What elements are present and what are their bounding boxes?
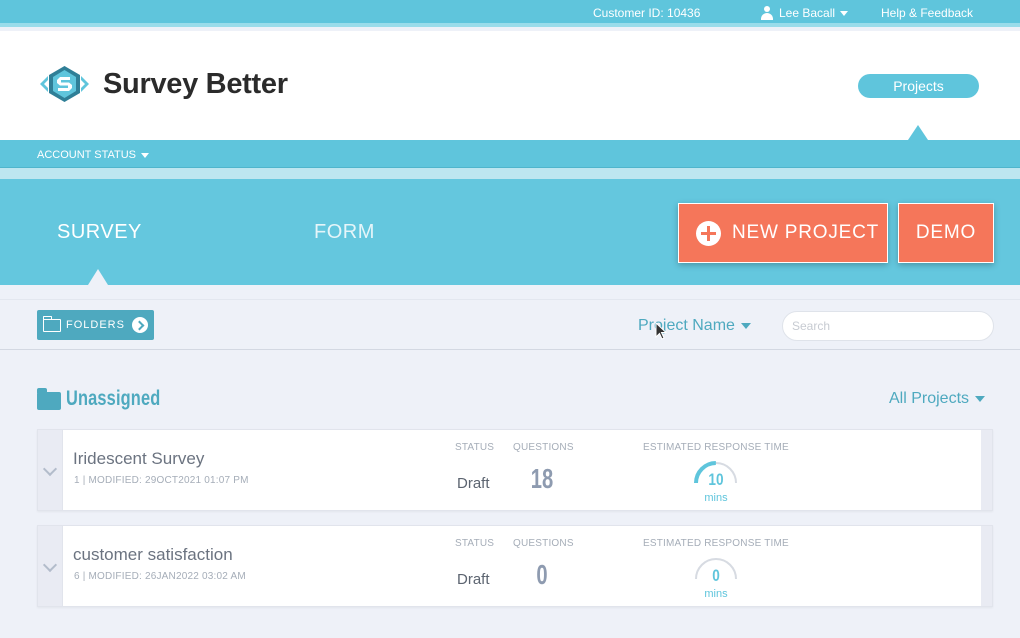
card-edge — [981, 526, 992, 606]
caret-down-icon — [840, 10, 849, 16]
sort-label: Project Name — [638, 317, 735, 334]
help-feedback-link[interactable]: Help & Feedback — [881, 6, 973, 20]
projects-nav-button[interactable]: Projects — [858, 74, 979, 98]
active-tab-indicator — [88, 269, 108, 285]
status-label: STATUS — [455, 538, 495, 549]
project-name[interactable]: customer satisfaction — [73, 545, 233, 565]
logo-mark-icon — [40, 66, 89, 102]
divider — [0, 299, 1020, 300]
expand-chevron-icon[interactable] — [38, 430, 63, 510]
folders-label: FOLDERS — [66, 319, 125, 331]
question-count: 0 — [536, 559, 548, 590]
expand-chevron-icon[interactable] — [38, 526, 63, 606]
account-status-label: ACCOUNT STATUS — [37, 149, 137, 161]
folder-title: Unassigned — [66, 387, 161, 410]
projects-active-indicator — [908, 125, 928, 140]
response-time-unit: mins — [704, 492, 728, 504]
tab-form[interactable]: FORM — [314, 221, 375, 244]
folder-icon — [37, 388, 61, 410]
divider — [0, 349, 1020, 350]
project-type-tabs: SURVEY FORM NEW PROJECT DEMO — [0, 179, 1020, 285]
folder-icon — [42, 315, 61, 332]
status-label: STATUS — [455, 442, 495, 453]
mouse-cursor-icon — [655, 322, 667, 340]
user-icon — [760, 6, 774, 20]
questions-label: QUESTIONS — [513, 538, 574, 549]
status-value: Draft — [457, 475, 490, 492]
tab-survey[interactable]: SURVEY — [57, 221, 142, 244]
response-time-label: ESTIMATED RESPONSE TIME — [643, 538, 789, 549]
account-status-bar: ACCOUNT STATUS — [0, 140, 1020, 168]
caret-down-icon — [141, 152, 150, 158]
user-name: Lee Bacall — [779, 6, 836, 20]
new-project-label: NEW PROJECT — [732, 222, 880, 243]
response-time-gauge: 10 mins — [689, 454, 743, 504]
project-name[interactable]: Iridescent Survey — [73, 449, 204, 469]
search-input[interactable] — [782, 311, 994, 341]
filter-label: All Projects — [889, 390, 970, 407]
caret-down-icon — [740, 323, 751, 329]
response-time-value: 0 — [712, 566, 720, 585]
user-menu[interactable]: Lee Bacall — [760, 6, 849, 20]
caret-down-icon — [975, 396, 986, 402]
folders-button[interactable]: FOLDERS — [37, 310, 154, 340]
project-card[interactable]: customer satisfaction 6 | MODIFIED: 26JA… — [37, 525, 993, 607]
questions-label: QUESTIONS — [513, 442, 574, 453]
project-meta: 6 | MODIFIED: 26JAN2022 03:02 AM — [74, 571, 246, 582]
chevron-right-icon — [131, 317, 148, 333]
status-value: Draft — [457, 571, 490, 588]
card-edge — [981, 430, 992, 510]
account-status-dropdown[interactable]: ACCOUNT STATUS — [37, 149, 150, 161]
response-time-label: ESTIMATED RESPONSE TIME — [643, 442, 789, 453]
plus-icon — [696, 220, 721, 246]
top-bar: Customer ID: 10436 Lee Bacall Help & Fee… — [0, 0, 1020, 27]
response-time-unit: mins — [704, 588, 728, 600]
new-project-button[interactable]: NEW PROJECT — [678, 203, 888, 263]
divider — [0, 168, 1020, 179]
project-filter-dropdown[interactable]: All Projects — [889, 390, 986, 408]
demo-button[interactable]: DEMO — [898, 203, 994, 263]
project-card[interactable]: Iridescent Survey 1 | MODIFIED: 29OCT202… — [37, 429, 993, 511]
customer-id: Customer ID: 10436 — [593, 6, 701, 20]
question-count: 18 — [530, 463, 554, 494]
logo-text: Survey Better — [103, 67, 288, 100]
response-time-gauge: 0 mins — [689, 550, 743, 600]
project-meta: 1 | MODIFIED: 29OCT2021 01:07 PM — [74, 475, 249, 486]
header: Survey Better Projects — [0, 31, 1020, 140]
response-time-value: 10 — [708, 470, 724, 489]
logo[interactable]: Survey Better — [36, 65, 288, 103]
